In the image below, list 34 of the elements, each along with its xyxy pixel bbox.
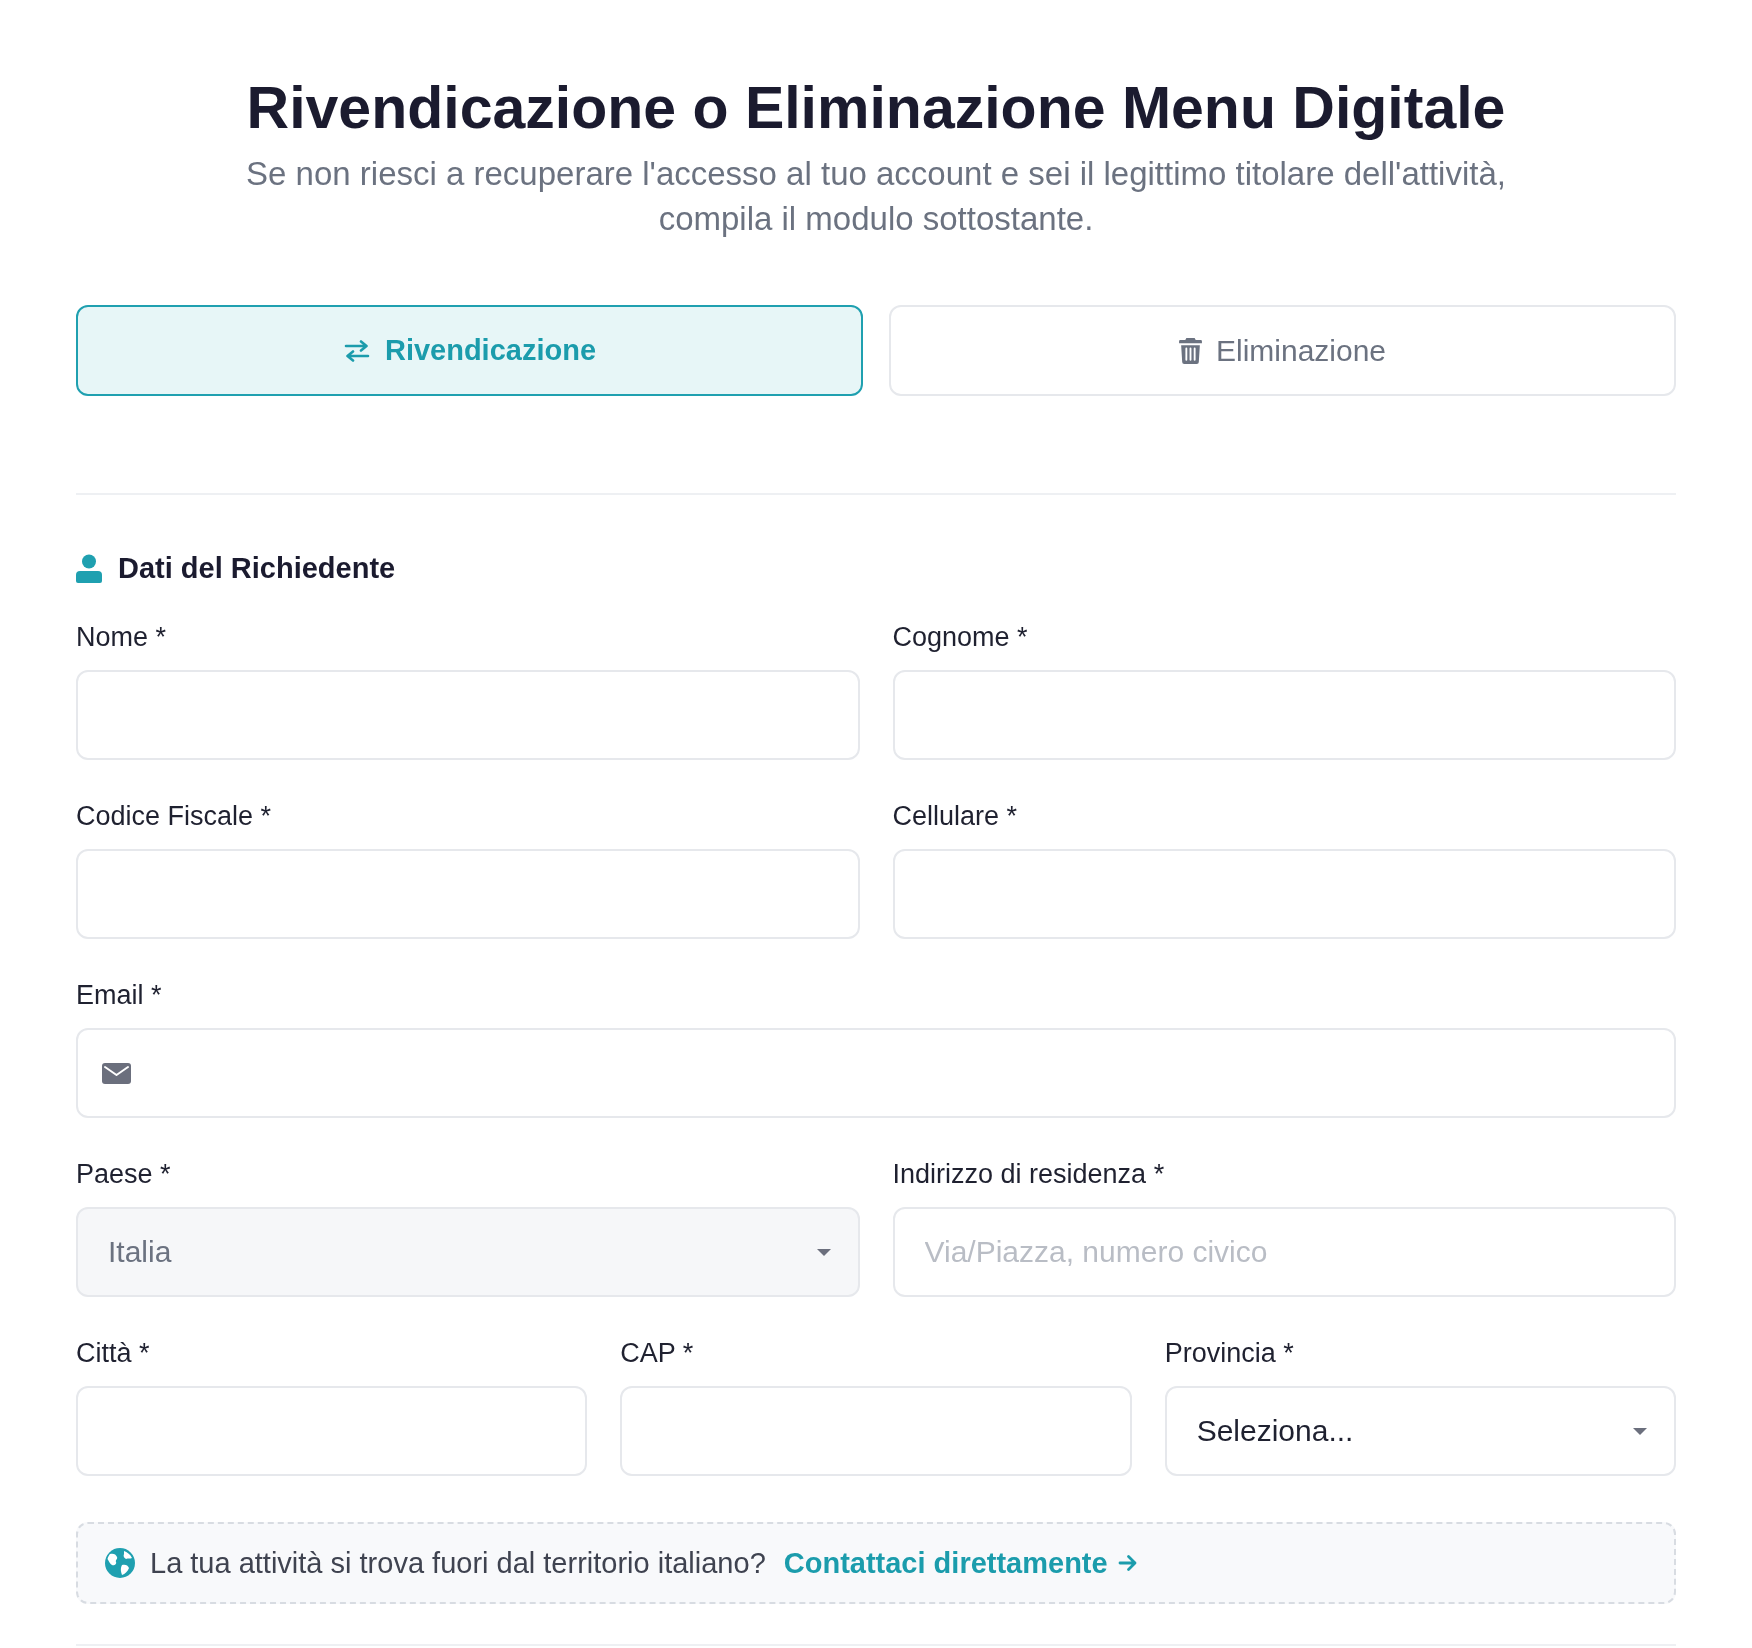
globe-icon xyxy=(104,1547,136,1579)
text-input[interactable] xyxy=(76,670,860,760)
tab[interactable]: Eliminazione xyxy=(889,305,1676,396)
field-label: Indirizzo di residenza * xyxy=(892,1158,1165,1190)
field-label: Codice Fiscale * xyxy=(76,800,272,832)
caret-icon xyxy=(816,1248,831,1256)
user-icon xyxy=(76,553,102,583)
text-input[interactable]: Via/Piazza, numero civico xyxy=(892,1207,1676,1297)
contact-link[interactable]: Contattaci direttamente xyxy=(783,1546,1138,1580)
field-label: Cellulare * xyxy=(892,800,1018,832)
caret-icon xyxy=(1633,1427,1647,1435)
arrow-right-icon xyxy=(1117,1554,1138,1572)
field-label: Cognome * xyxy=(892,621,1028,653)
field-label: Email * xyxy=(76,979,162,1011)
field-label: CAP * xyxy=(620,1337,694,1369)
trash-icon xyxy=(1178,337,1202,364)
text-input[interactable] xyxy=(892,849,1676,939)
field-label: Città * xyxy=(76,1337,150,1369)
page-subtitle: Se non riesci a recuperare l'accesso al tuo account e sei il legittimo titolare dell'attività, compila il modulo sottostante. xyxy=(245,154,1507,239)
text-input[interactable] xyxy=(620,1386,1132,1476)
page-title: Rivendicazione o Eliminazione Menu Digitale xyxy=(245,75,1507,141)
field-label: Paese * xyxy=(76,1158,171,1190)
notice-text: La tua attività si trova fuori dal territorio italiano? xyxy=(150,1546,766,1580)
envelope-icon xyxy=(102,1062,131,1084)
section-title: Dati del Richiedente xyxy=(118,551,396,586)
tab[interactable]: Rivendicazione xyxy=(76,305,863,396)
text-input[interactable] xyxy=(76,1386,588,1476)
email-input[interactable] xyxy=(76,1028,1676,1118)
field-label: Provincia * xyxy=(1164,1337,1294,1369)
field-label: Nome * xyxy=(76,621,167,653)
swap-arrows-icon xyxy=(342,339,371,362)
select-dropdown[interactable]: Seleziona... xyxy=(1164,1386,1676,1476)
text-input[interactable] xyxy=(892,670,1676,760)
text-input[interactable] xyxy=(76,849,860,939)
